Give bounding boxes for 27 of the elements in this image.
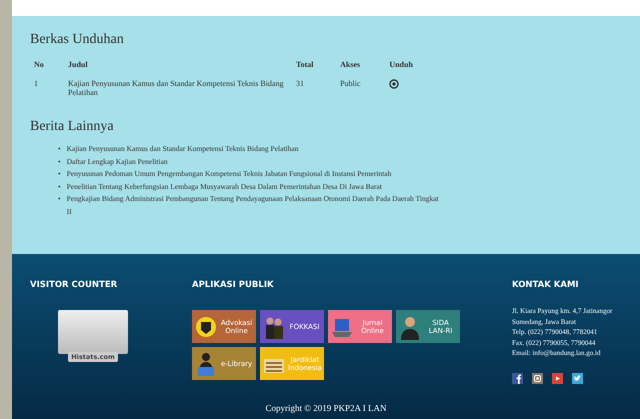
bird-icon[interactable] — [572, 372, 583, 384]
footer-heading: KONTAK KAMI — [512, 280, 580, 290]
section-title: Berita Lainnya — [30, 119, 115, 135]
section-title: Berkas Unduhan — [30, 32, 125, 48]
laptop-icon — [332, 318, 352, 336]
camera-icon[interactable] — [532, 372, 543, 384]
play-icon[interactable] — [552, 372, 563, 384]
column-header: No — [33, 59, 45, 71]
copyright-text: Copyright © 2019 PKP2A I LAN — [265, 403, 387, 413]
table-cell-text: Kajian Penyusunan Kamus dan Standar Kompetensi Teknis Bidang Pelatihan — [67, 78, 284, 99]
column-header: Judul — [67, 59, 89, 71]
books-icon — [264, 358, 284, 372]
column-header: Total — [295, 59, 314, 71]
column-header: Unduh — [388, 59, 414, 71]
reader-icon — [198, 352, 214, 376]
people-icon — [266, 317, 283, 338]
column-header: Akses — [339, 59, 362, 71]
table-cell-text: 1 — [33, 78, 39, 90]
person-icon — [401, 316, 419, 340]
download-icon[interactable] — [389, 79, 400, 89]
facebook-icon[interactable] — [512, 372, 523, 384]
counter-widget — [58, 310, 128, 354]
table-cell-text: 31 — [295, 78, 305, 90]
table-cell-text: Public — [339, 78, 362, 90]
footer-heading: VISITOR COUNTER — [30, 280, 118, 290]
footer-heading: APLIKASI PUBLIK — [192, 280, 275, 290]
badge-icon — [196, 316, 216, 336]
